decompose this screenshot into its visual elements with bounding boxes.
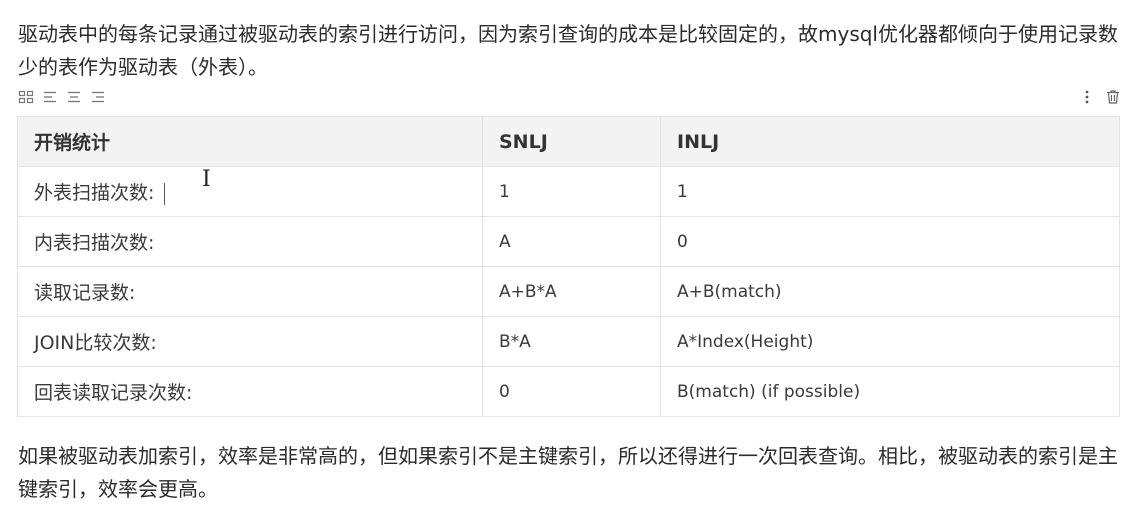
table-row: 内表扫描次数: A 0 [17,216,1120,267]
more-vertical-icon[interactable] [1079,89,1095,105]
table-header-row: 开销统计 SNLJ INLJ [17,116,1120,167]
table-row: 回表读取记录次数: 0 B(match) (if possible) [17,366,1120,417]
cell-text: 外表扫描次数: [34,182,155,204]
table-cell[interactable]: A*Index(Height) [660,316,1120,367]
align-right-icon[interactable] [90,89,106,105]
header-inlj[interactable]: INLJ [660,116,1120,167]
align-left-icon[interactable] [42,89,58,105]
table-row: 外表扫描次数: 1 1 [17,166,1120,217]
header-cost[interactable]: 开销统计 [17,116,483,167]
table-cell[interactable]: A [482,216,661,267]
table-cell[interactable]: B(match) (if possible) [660,366,1120,417]
mouse-ibeam-cursor-icon: I [202,167,211,192]
table-cell[interactable]: 读取记录数: [17,266,483,317]
table-cell[interactable]: 回表读取记录次数: [17,366,483,417]
header-snlj[interactable]: SNLJ [482,116,661,167]
table-cell[interactable]: 外表扫描次数: [17,166,483,217]
table-cell[interactable]: B*A [482,316,661,367]
trash-icon[interactable] [1105,89,1121,105]
table-cell[interactable]: 内表扫描次数: [17,216,483,267]
conclusion-paragraph: 如果被驱动表加索引，效率是非常高的，但如果索引不是主键索引，所以还得进行一次回表… [18,444,1118,501]
table-cell[interactable]: 0 [660,216,1120,267]
align-center-icon[interactable] [66,89,82,105]
table-cell[interactable]: A+B*A [482,266,661,317]
table-row: JOIN比较次数: B*A A*Index(Height) [17,316,1120,367]
text-cursor [164,182,166,205]
table-cell[interactable]: 0 [482,366,661,417]
cost-comparison-table: 开销统计 SNLJ INLJ 外表扫描次数: 1 1 内表扫描次数: A 0 读… [17,116,1120,417]
table-cell[interactable]: A+B(match) [660,266,1120,317]
table-cell[interactable]: 1 [482,166,661,217]
table-row: 读取记录数: A+B*A A+B(match) [17,266,1120,317]
intro-paragraph: 驱动表中的每条记录通过被驱动表的索引进行访问，因为索引查询的成本是比较固定的，故… [18,22,1118,79]
table-toolbar [18,89,1121,109]
table-cell[interactable]: JOIN比较次数: [17,316,483,367]
grid-icon[interactable] [18,89,34,105]
table-cell[interactable]: 1 [660,166,1120,217]
